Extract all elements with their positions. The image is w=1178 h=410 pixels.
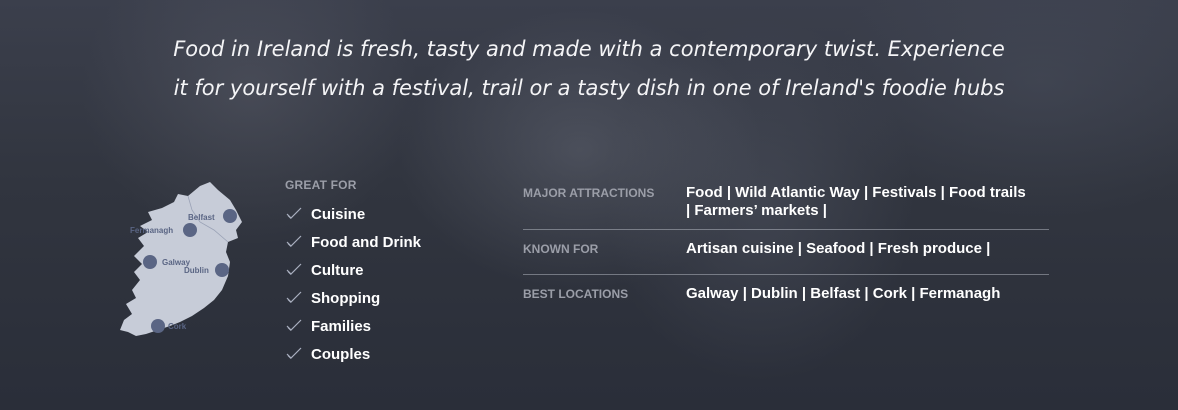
list-item: Food and Drink bbox=[285, 228, 485, 256]
intro-text: Food in Ireland is fresh, tasty and made… bbox=[0, 30, 1178, 108]
great-for-section: GREAT FOR Cuisine Food and Drink Culture bbox=[285, 178, 485, 368]
list-item: Culture bbox=[285, 256, 485, 284]
list-item: Families bbox=[285, 312, 485, 340]
checkmark-icon bbox=[286, 291, 302, 303]
checkmark-icon bbox=[286, 347, 302, 359]
great-for-item-label: Couples bbox=[311, 345, 371, 363]
great-for-item-label: Food and Drink bbox=[311, 233, 421, 251]
info-row-major-attractions: MAJOR ATTRACTIONS Food | Wild Atlantic W… bbox=[523, 180, 1049, 230]
info-label: BEST LOCATIONS bbox=[523, 287, 629, 301]
checkmark-icon bbox=[286, 319, 302, 331]
map-label-dublin: Dublin bbox=[184, 266, 209, 275]
great-for-item-label: Culture bbox=[311, 261, 364, 279]
intro-line-2: it for yourself with a festival, trail o… bbox=[173, 76, 1005, 100]
map-pin-fermanagh[interactable] bbox=[183, 223, 197, 237]
checkmark-icon bbox=[286, 207, 302, 219]
info-row-best-locations: BEST LOCATIONS Galway | Dublin | Belfast… bbox=[523, 275, 1049, 312]
info-label: MAJOR ATTRACTIONS bbox=[523, 186, 655, 200]
map-pin-dublin[interactable] bbox=[215, 263, 229, 277]
map-label-belfast: Belfast bbox=[188, 213, 215, 222]
info-row-known-for: KNOWN FOR Artisan cuisine | Seafood | Fr… bbox=[523, 230, 1049, 275]
list-item: Shopping bbox=[285, 284, 485, 312]
great-for-item-label: Shopping bbox=[311, 289, 381, 307]
ireland-map: Belfast Fermanagh Galway Dublin Cork bbox=[118, 180, 253, 340]
info-value-line: | Farmers’ markets | bbox=[686, 202, 827, 219]
map-pin-galway[interactable] bbox=[143, 255, 157, 269]
info-value: Artisan cuisine | Seafood | Fresh produc… bbox=[686, 240, 991, 257]
great-for-item-label: Families bbox=[311, 317, 372, 335]
list-item: Couples bbox=[285, 340, 485, 368]
ireland-map-graphic: Belfast Fermanagh Galway Dublin Cork bbox=[120, 182, 242, 336]
map-pin-cork[interactable] bbox=[151, 319, 165, 333]
info-value: Food | Wild Atlantic Way | Festivals | F… bbox=[686, 180, 1049, 229]
list-item: Cuisine bbox=[285, 200, 485, 228]
great-for-label: GREAT FOR bbox=[285, 178, 357, 192]
checkmark-icon bbox=[286, 235, 302, 247]
info-value: Galway | Dublin | Belfast | Cork | Ferma… bbox=[686, 285, 1001, 302]
info-label: KNOWN FOR bbox=[523, 242, 599, 256]
intro-line-1: Food in Ireland is fresh, tasty and made… bbox=[173, 37, 1005, 61]
great-for-list: Cuisine Food and Drink Culture Shopping bbox=[285, 200, 485, 368]
map-pin-belfast[interactable] bbox=[223, 209, 237, 223]
great-for-item-label: Cuisine bbox=[311, 205, 366, 223]
info-value-line: Food | Wild Atlantic Way | Festivals | F… bbox=[686, 184, 1026, 201]
map-label-cork: Cork bbox=[168, 322, 187, 331]
checkmark-icon bbox=[286, 263, 302, 275]
map-label-fermanagh: Fermanagh bbox=[130, 226, 173, 235]
info-table: MAJOR ATTRACTIONS Food | Wild Atlantic W… bbox=[523, 180, 1049, 312]
